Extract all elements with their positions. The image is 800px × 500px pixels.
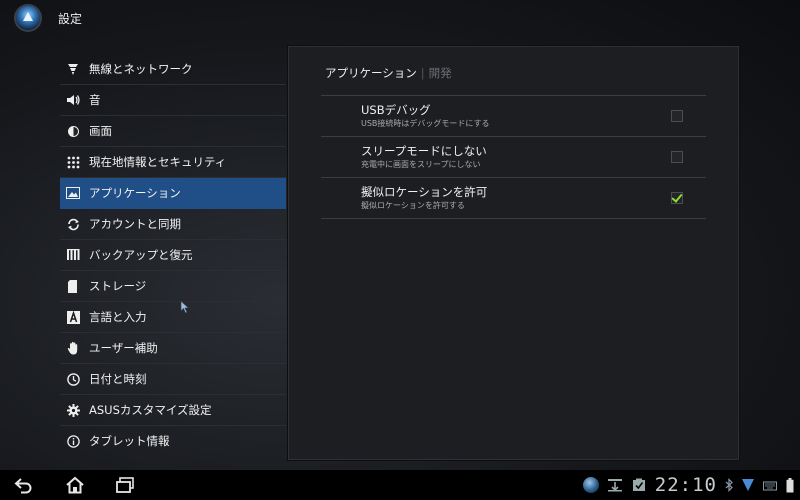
system-nav-bar: 22:10 (0, 470, 800, 500)
sidebar-item-label: 言語と入力 (89, 310, 147, 324)
sidebar-item-label: 画面 (89, 124, 112, 138)
mouse-cursor-icon (180, 300, 190, 314)
storage-icon (66, 279, 80, 293)
sidebar-item-label: 現在地情報とセキュリティ (89, 155, 227, 169)
recent-apps-icon[interactable] (114, 475, 136, 495)
sidebar-item-label: ASUSカスタマイズ設定 (89, 403, 212, 417)
sidebar-item-backup-restore[interactable]: バックアップと復元 (60, 240, 286, 271)
browser-globe-icon[interactable] (582, 477, 599, 493)
status-clock: 22:10 (654, 474, 717, 496)
status-area[interactable]: 22:10 (582, 474, 794, 496)
sidebar-item-accounts-sync[interactable]: アカウントと同期 (60, 209, 286, 240)
applications-icon (66, 186, 80, 200)
pref-usb-debugging[interactable]: USBデバッグ USB接続時はデバッグモードにする (321, 96, 706, 137)
speaker-icon (66, 93, 80, 107)
location-grid-icon (66, 155, 80, 169)
sidebar-item-wireless[interactable]: 無線とネットワーク (60, 54, 286, 85)
bluetooth-icon (725, 478, 733, 492)
brightness-icon (66, 124, 80, 138)
pref-stay-awake[interactable]: スリープモードにしない 充電中に画面をスリープにしない (321, 137, 706, 178)
sidebar-item-date-time[interactable]: 日付と時刻 (60, 364, 286, 395)
mock-locations-checkbox[interactable] (671, 192, 683, 204)
pref-mock-locations[interactable]: 擬似ロケーションを許可 擬似ロケーションを許可する (321, 178, 706, 219)
sidebar-item-label: 無線とネットワーク (89, 62, 193, 76)
sidebar-item-language-input[interactable]: 言語と入力 (60, 302, 286, 333)
backup-icon (66, 248, 80, 262)
battery-icon (786, 477, 794, 493)
pref-summary: USB接続時はデバッグモードにする (361, 119, 490, 128)
settings-app-icon[interactable] (14, 4, 42, 32)
sidebar-item-sound[interactable]: 音 (60, 85, 286, 116)
top-bar: 設定 (0, 0, 800, 36)
breadcrumb-current: アプリケーション (325, 66, 417, 80)
preference-list: USBデバッグ USB接続時はデバッグモードにする スリープモードにしない 充電… (321, 95, 706, 219)
sidebar-item-storage[interactable]: ストレージ (60, 271, 286, 302)
wifi-signal-icon (742, 478, 754, 492)
sidebar-item-applications[interactable]: アプリケーション (60, 178, 286, 209)
settings-detail-panel: アプリケーション | 開発 USBデバッグ USB接続時はデバッグモードにする スリ… (288, 46, 739, 460)
sidebar-item-label: アカウントと同期 (89, 217, 181, 231)
sidebar-item-label: アプリケーション (89, 186, 181, 200)
home-icon[interactable] (64, 475, 86, 495)
sidebar-item-location-security[interactable]: 現在地情報とセキュリティ (60, 147, 286, 178)
pref-title: スリープモードにしない (361, 144, 487, 158)
pref-summary: 擬似ロケーションを許可する (361, 201, 465, 210)
sidebar-item-asus-customize[interactable]: ASUSカスタマイズ設定 (60, 395, 286, 426)
sidebar-item-label: タブレット情報 (89, 434, 170, 448)
back-icon[interactable] (13, 475, 35, 495)
hand-icon (66, 341, 80, 355)
task-complete-icon (632, 478, 646, 492)
usb-debug-notification-icon (607, 478, 623, 492)
sidebar-item-label: ストレージ (89, 279, 147, 293)
pref-summary: 充電中に画面をスリープにしない (361, 160, 481, 169)
sidebar-item-label: 音 (89, 93, 101, 107)
sidebar-item-label: ユーザー補助 (89, 341, 158, 355)
breadcrumb-development: 開発 (428, 66, 452, 80)
breadcrumb: アプリケーション | 開発 (325, 65, 452, 81)
language-icon (66, 310, 80, 324)
breadcrumb-separator: | (420, 66, 425, 80)
clock-icon (66, 372, 80, 386)
sidebar-item-label: バックアップと復元 (89, 248, 193, 262)
settings-sidebar: 無線とネットワーク 音 画面 現在地情報とセキュリティ アプリケーション アカウ… (60, 54, 286, 456)
sidebar-item-display[interactable]: 画面 (60, 116, 286, 147)
sidebar-item-tablet-info[interactable]: タブレット情報 (60, 426, 286, 456)
usb-debugging-checkbox[interactable] (671, 110, 683, 122)
keyboard-icon (763, 479, 777, 491)
app-title: 設定 (58, 12, 83, 26)
sidebar-item-accessibility[interactable]: ユーザー補助 (60, 333, 286, 364)
pref-title: USBデバッグ (361, 103, 431, 117)
sidebar-item-label: 日付と時刻 (89, 372, 147, 386)
gear-icon (66, 403, 80, 417)
wifi-icon (66, 62, 80, 76)
sync-icon (66, 217, 80, 231)
stay-awake-checkbox[interactable] (671, 151, 683, 163)
info-icon (66, 434, 80, 448)
pref-title: 擬似ロケーションを許可 (361, 185, 488, 199)
